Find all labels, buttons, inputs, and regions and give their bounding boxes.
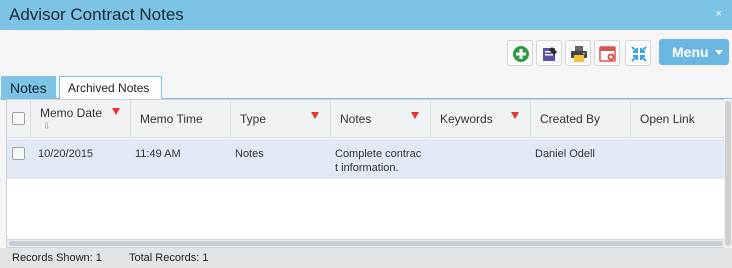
status-bar: Records Shown: 1 Total Records: 1: [0, 248, 732, 268]
print-icon: [571, 46, 587, 62]
column-label: Keywords: [440, 112, 493, 126]
vertical-scrollbar[interactable]: [724, 99, 732, 248]
table-row[interactable]: 10/20/2015 11:49 AM Notes Complete contr…: [7, 139, 725, 179]
filter-icon[interactable]: [311, 112, 319, 119]
filter-icon[interactable]: [112, 108, 120, 115]
column-keywords[interactable]: Keywords: [431, 100, 531, 138]
column-label: Notes: [340, 112, 372, 126]
grid-header: Memo Date ⇩ Memo Time Type Notes Keyword…: [7, 100, 725, 138]
edit-note-button[interactable]: [536, 40, 562, 66]
memo-date-cell: 10/20/2015: [38, 148, 94, 160]
filter-icon[interactable]: [411, 112, 419, 119]
memo-time-cell: 11:49 AM: [135, 148, 181, 160]
notes-grid: Memo Date ⇩ Memo Time Type Notes Keyword…: [6, 99, 726, 248]
collapse-button[interactable]: [625, 40, 651, 66]
window-title: Advisor Contract Notes: [9, 5, 184, 24]
toolbar: Menu: [0, 30, 732, 74]
column-notes[interactable]: Notes: [331, 100, 431, 138]
filter-icon[interactable]: [511, 112, 519, 119]
scrollbar-thumb[interactable]: [9, 241, 723, 246]
scrollbar-thumb[interactable]: [725, 101, 731, 246]
add-icon: [513, 46, 529, 62]
column-memo-date[interactable]: Memo Date ⇩: [31, 100, 131, 138]
close-icon[interactable]: ×: [716, 8, 722, 20]
select-all-checkbox[interactable]: [12, 112, 25, 125]
created-by-cell: Daniel Odell: [535, 148, 595, 160]
tab-notes[interactable]: Notes: [1, 76, 56, 100]
print-button[interactable]: [565, 40, 591, 66]
window-titlebar: Advisor Contract Notes ×: [0, 0, 732, 30]
calendar-icon: [599, 46, 616, 62]
column-label: Memo Date: [40, 106, 103, 120]
total-records: Total Records: 1: [129, 252, 209, 264]
column-created-by[interactable]: Created By: [531, 100, 631, 138]
sort-icon: ⇩: [43, 121, 51, 131]
notes-cell-line: t information.: [335, 162, 399, 174]
menu-button[interactable]: Menu: [659, 39, 729, 65]
tab-bar: Notes Archived Notes: [0, 74, 732, 100]
type-cell: Notes: [235, 148, 264, 160]
column-open-link[interactable]: Open Link: [631, 100, 725, 138]
column-label: Open Link: [640, 112, 695, 126]
column-label: Created By: [540, 112, 601, 126]
select-all-cell: [7, 100, 31, 138]
menu-label: Menu: [672, 44, 709, 60]
horizontal-scrollbar[interactable]: [7, 239, 725, 247]
notes-cell: Complete contrac t information.: [335, 147, 421, 175]
column-label: Type: [240, 112, 267, 126]
add-button[interactable]: [507, 40, 533, 66]
notes-cell-line: Complete contrac: [335, 148, 422, 160]
column-label: Memo Time: [140, 112, 203, 126]
calendar-button[interactable]: [594, 40, 620, 66]
chevron-down-icon: [715, 50, 723, 55]
tab-archived-notes[interactable]: Archived Notes: [59, 76, 162, 99]
edit-note-icon: [543, 47, 557, 61]
row-checkbox[interactable]: [12, 147, 25, 160]
records-shown: Records Shown: 1: [12, 252, 102, 264]
column-memo-time[interactable]: Memo Time: [131, 100, 231, 138]
column-type[interactable]: Type: [231, 100, 331, 138]
collapse-icon: [631, 46, 647, 62]
